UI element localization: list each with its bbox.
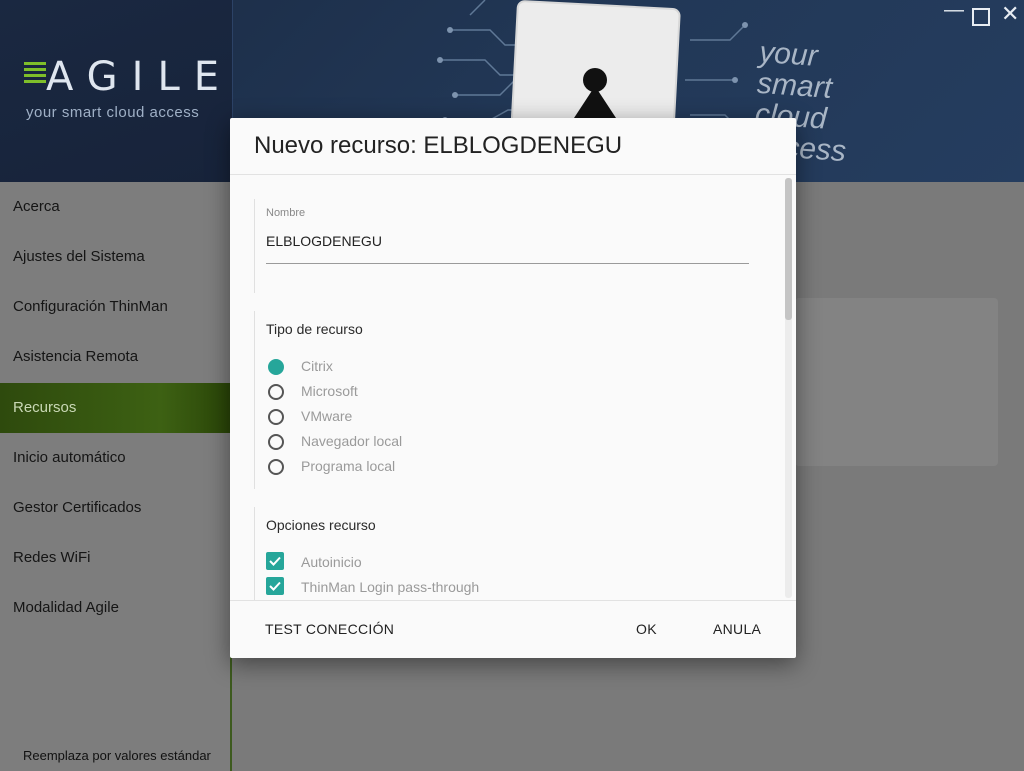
ok-button[interactable]: OK <box>636 621 657 637</box>
checkbox-autoinicio-label[interactable]: Autoinicio <box>301 554 362 570</box>
name-field[interactable]: ELBLOGDENEGU <box>266 233 382 249</box>
radio-programa-local-label[interactable]: Programa local <box>301 458 395 474</box>
minimize-icon[interactable]: — <box>944 0 964 20</box>
logo-tagline: your smart cloud access <box>26 104 200 121</box>
divider <box>230 600 796 601</box>
radio-vmware-label[interactable]: VMware <box>301 408 352 424</box>
test-connection-button[interactable]: TEST CONECCIÓN <box>265 621 394 637</box>
sidebar-item-modalidad[interactable]: Modalidad Agile <box>0 583 230 633</box>
sidebar-item-recursos[interactable]: Recursos <box>0 383 230 433</box>
sidebar-item-wifi[interactable]: Redes WiFi <box>0 533 230 583</box>
radio-vmware[interactable] <box>268 409 284 425</box>
radio-navegador-local[interactable] <box>268 434 284 450</box>
logo-mark-icon <box>24 62 46 90</box>
radio-microsoft-label[interactable]: Microsoft <box>301 383 358 399</box>
logo-panel: AGILE your smart cloud access <box>0 0 233 182</box>
sidebar-item-certificados[interactable]: Gestor Certificados <box>0 483 230 533</box>
check-icon <box>269 581 281 591</box>
reset-defaults-link[interactable]: Reemplaza por valores estándar <box>23 748 211 763</box>
new-resource-dialog: Nuevo recurso: ELBLOGDENEGU Nombre ELBLO… <box>230 118 796 658</box>
dialog-body: Nombre ELBLOGDENEGU Tipo de recurso Citr… <box>230 175 796 600</box>
maximize-icon[interactable] <box>972 8 990 26</box>
sidebar-item-thinman[interactable]: Configuración ThinMan <box>0 282 230 332</box>
sidebar-item-inicio[interactable]: Inicio automático <box>0 433 230 483</box>
checkbox-autoinicio[interactable] <box>266 552 284 570</box>
radio-microsoft[interactable] <box>268 384 284 400</box>
check-icon <box>269 556 281 566</box>
radio-citrix-label[interactable]: Citrix <box>301 358 333 374</box>
logo-text: AGILE <box>46 54 234 100</box>
sidebar-item-asistencia[interactable]: Asistencia Remota <box>0 332 230 382</box>
close-icon[interactable]: ✕ <box>1001 3 1019 25</box>
resource-options-title: Opciones recurso <box>266 517 376 533</box>
name-field-underline <box>266 263 749 264</box>
sidebar-item-acerca[interactable]: Acerca <box>0 182 230 232</box>
radio-navegador-local-label[interactable]: Navegador local <box>301 433 402 449</box>
dialog-title: Nuevo recurso: ELBLOGDENEGU <box>254 132 623 159</box>
cancel-button[interactable]: ANULA <box>713 621 761 637</box>
sidebar-item-ajustes[interactable]: Ajustes del Sistema <box>0 232 230 282</box>
radio-citrix[interactable] <box>268 359 284 375</box>
checkbox-passthrough[interactable] <box>266 577 284 595</box>
name-field-label: Nombre <box>266 207 306 219</box>
content-card <box>795 298 998 466</box>
scrollbar-thumb[interactable] <box>785 178 792 320</box>
radio-programa-local[interactable] <box>268 459 284 475</box>
checkbox-passthrough-label[interactable]: ThinMan Login pass-through <box>301 579 479 595</box>
resource-type-title: Tipo de recurso <box>266 321 363 337</box>
